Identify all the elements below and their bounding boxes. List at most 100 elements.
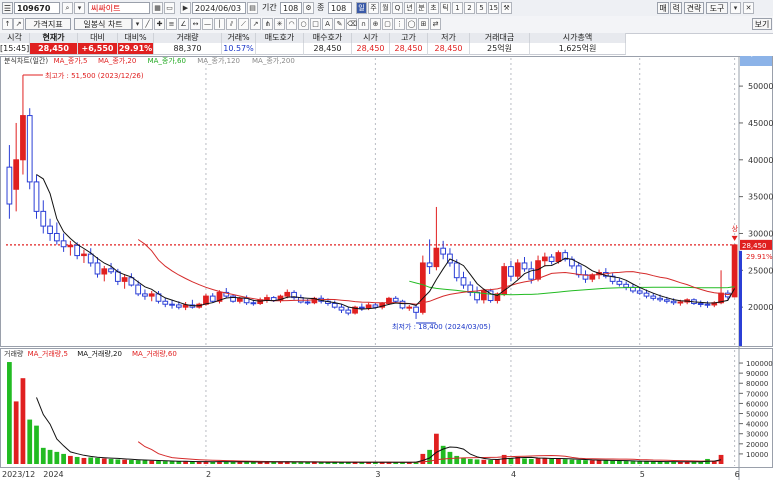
settings-icon[interactable]: ⚙ <box>303 2 314 14</box>
channel-tool-icon[interactable]: ⫽ <box>226 18 237 30</box>
trade-button[interactable]: 매 <box>657 2 669 14</box>
hline-tool-icon[interactable]: — <box>202 18 213 30</box>
period-button-4[interactable]: 년 <box>404 2 415 14</box>
price-legend-item: MA_종가,20 <box>98 56 136 65</box>
window-icon[interactable]: ▭ <box>164 2 175 14</box>
volume-bar <box>122 459 127 464</box>
calendar-icon[interactable]: ▤ <box>247 2 258 14</box>
period-button-0[interactable]: 일 <box>356 2 367 14</box>
arrow2-tool-icon[interactable]: ⇄ <box>430 18 441 30</box>
volume-bar <box>20 378 26 464</box>
pitch-tool-icon[interactable]: ⋔ <box>262 18 273 30</box>
main-toolbar: ☰ 109670 ⌕ ▾ 씨싸이트 ▦ ▭ ▶ 2024/06/03 ▤ 기간 … <box>0 0 773 17</box>
fib-tool-icon[interactable]: ≡ <box>166 18 177 30</box>
arrow-tool-icon[interactable]: ↔ <box>190 18 201 30</box>
candle-body <box>128 277 135 286</box>
zoom-tool-icon[interactable]: ⊕ <box>370 18 381 30</box>
search-icon[interactable]: ⌕ <box>62 2 73 14</box>
candle-body <box>623 283 630 288</box>
play-icon[interactable]: ▶ <box>180 2 191 14</box>
candle-body <box>169 303 175 306</box>
period-input[interactable]: 108 <box>280 2 302 14</box>
vline-tool-icon[interactable]: │ <box>214 18 225 30</box>
y-tick-label: 20000 <box>748 303 773 312</box>
chevron-down-icon[interactable]: ▾ <box>730 2 741 14</box>
period-button-7[interactable]: 틱 <box>440 2 451 14</box>
period-button-2[interactable]: 월 <box>380 2 391 14</box>
volume-bar <box>68 455 73 464</box>
stock-code-input[interactable]: 109670 <box>14 2 60 14</box>
quote-header: 거래량 <box>154 33 222 43</box>
candle-body <box>135 284 142 295</box>
grid-icon[interactable]: ▦ <box>152 2 163 14</box>
candle-body <box>541 256 548 262</box>
candle-body <box>636 290 643 294</box>
rect-tool-icon[interactable]: □ <box>310 18 321 30</box>
period-button-10[interactable]: 5 <box>476 2 487 14</box>
quote-value: 28,450 <box>30 43 78 55</box>
period-button-5[interactable]: 분 <box>416 2 427 14</box>
y-tick-label: 45000 <box>748 119 773 128</box>
ray-tool-icon[interactable]: ↗ <box>250 18 261 30</box>
tool-icon[interactable]: ⚒ <box>501 2 512 14</box>
period-button-3[interactable]: Q <box>392 2 403 14</box>
candle-body <box>555 252 562 262</box>
quote-value: 28,450 <box>390 43 428 55</box>
count-input[interactable]: 108 <box>328 2 352 14</box>
arc-tool-icon[interactable]: ◠ <box>286 18 297 30</box>
arrow-icon[interactable]: ↗ <box>13 18 24 30</box>
volume-bar <box>237 461 243 464</box>
strategy-button[interactable]: 견략 <box>684 2 704 14</box>
trend-tool-icon[interactable]: ⟋ <box>238 18 249 30</box>
circle2-tool-icon[interactable]: ◯ <box>406 18 417 30</box>
y-tick-label: 35000 <box>748 193 773 202</box>
circle-tool-icon[interactable]: ○ <box>298 18 309 30</box>
box-tool-icon[interactable]: ▢ <box>382 18 393 30</box>
candle-body <box>514 262 521 277</box>
magnet-tool-icon[interactable]: ∩ <box>358 18 369 30</box>
candle-body <box>40 210 47 227</box>
period-button-6[interactable]: 초 <box>428 2 439 14</box>
view-button[interactable]: 보기 <box>752 18 772 30</box>
volume-bar <box>481 459 487 464</box>
stock-name-field[interactable]: 씨싸이트 <box>88 2 150 14</box>
volume-bar <box>495 459 500 464</box>
menu-icon[interactable]: ☰ <box>2 2 13 14</box>
volume-bar <box>630 461 636 464</box>
candle-body <box>209 295 216 302</box>
candle-body <box>230 295 236 302</box>
chart-type-select[interactable]: 일봉식 차트 <box>74 18 132 30</box>
angle-tool-icon[interactable]: ∠ <box>178 18 189 30</box>
up-arrow-icon[interactable]: ↑ <box>2 18 13 30</box>
candle-body <box>175 304 182 308</box>
volume-bar <box>74 456 80 464</box>
history-button[interactable]: 력 <box>670 2 682 14</box>
eraser-tool-icon[interactable]: ⌫ <box>346 18 357 30</box>
volume-bar <box>95 457 100 464</box>
volume-tick-label: 100000 <box>746 360 773 368</box>
price-indicator-button[interactable]: 가격지표 <box>25 18 71 30</box>
candle-body <box>20 115 26 161</box>
period-button-9[interactable]: 2 <box>464 2 475 14</box>
close-icon[interactable]: ✕ <box>743 2 754 14</box>
stock-chart[interactable]: 50000 45000 40000 35000 30000 25000 20000 10000… <box>0 56 773 480</box>
period-button-11[interactable]: 15 <box>488 2 499 14</box>
period-button-8[interactable]: 1 <box>452 2 463 14</box>
volume-bar <box>420 453 426 464</box>
x-axis-label: 2023/12 <box>2 470 35 479</box>
quote-value: 1,625억원 <box>530 43 626 55</box>
cross-tool-icon[interactable]: ✚ <box>154 18 165 30</box>
period-button-1[interactable]: 주 <box>368 2 379 14</box>
line-tool-icon[interactable]: ╱ <box>142 18 153 30</box>
dots-tool-icon[interactable]: ⋮ <box>394 18 405 30</box>
date-input[interactable]: 2024/06/03 <box>192 2 246 14</box>
quote-header: 현재가 <box>30 33 78 43</box>
chevron-down-icon[interactable]: ▾ <box>74 2 85 14</box>
grid-tool-icon[interactable]: ⊞ <box>418 18 429 30</box>
count-label: 종 <box>317 3 325 12</box>
pen-tool-icon[interactable]: ✎ <box>334 18 345 30</box>
text-tool-icon[interactable]: A <box>322 18 333 30</box>
tools-button[interactable]: 도구 <box>706 2 728 14</box>
gann-tool-icon[interactable]: ✳ <box>274 18 285 30</box>
candle-body <box>548 256 555 262</box>
